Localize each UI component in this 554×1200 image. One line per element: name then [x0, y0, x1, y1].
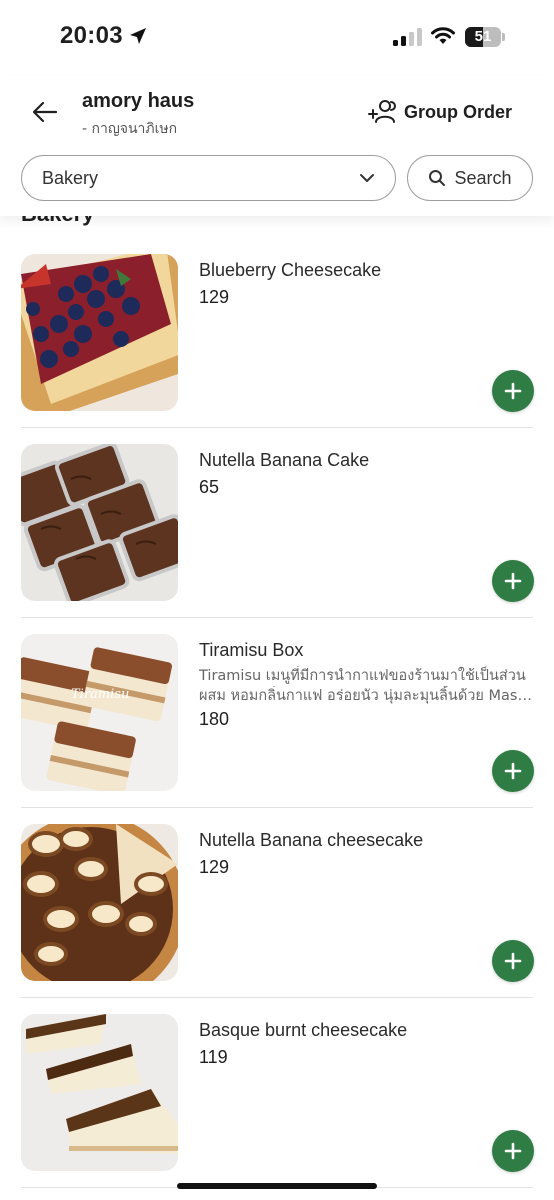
menu-item[interactable]: Blueberry Cheesecake 129 — [0, 238, 554, 428]
add-to-cart-button[interactable] — [492, 560, 534, 602]
item-price: 180 — [199, 709, 230, 729]
item-image-blueberry-cheesecake — [21, 254, 178, 411]
item-name: Nutella Banana cheesecake — [199, 830, 424, 850]
chevron-down-icon — [360, 174, 374, 182]
item-price: 129 — [199, 857, 230, 877]
search-icon — [429, 170, 446, 186]
arrow-left-icon — [32, 101, 58, 123]
signal-icon — [393, 28, 422, 46]
item-name: Blueberry Cheesecake — [199, 260, 382, 280]
menu-item[interactable]: Basque burnt cheesecake 119 — [0, 998, 554, 1188]
item-price: 129 — [199, 287, 230, 307]
add-to-cart-button[interactable] — [492, 370, 534, 412]
add-to-cart-button[interactable] — [492, 940, 534, 982]
category-dropdown[interactable]: Bakery — [21, 155, 396, 201]
item-price: 65 — [199, 477, 220, 497]
item-description-line: Tiramisu เมนูที่มีการนำกาแฟของร้านมาใช้เ… — [199, 668, 526, 684]
menu-item[interactable]: Tiramisu Tiramisu Box Tiramisu เมนูที่มี… — [0, 618, 554, 808]
status-time: 20:03 — [60, 22, 123, 49]
item-image-nutella-banana-cake — [21, 444, 178, 601]
group-order-button[interactable]: Group Order — [367, 98, 512, 126]
add-to-cart-button[interactable] — [492, 1130, 534, 1172]
item-image-nutella-banana-cheesecake — [21, 824, 178, 981]
group-add-icon — [367, 100, 396, 123]
plus-icon — [504, 952, 522, 970]
plus-icon — [504, 1142, 522, 1160]
add-to-cart-button[interactable] — [492, 750, 534, 792]
item-description: Tiramisu เมนูที่มีการนำกาแฟของร้านมาใช้เ… — [199, 666, 534, 706]
group-order-label: Group Order — [403, 101, 512, 122]
location-arrow-icon — [130, 28, 146, 44]
tiramisu-image-label: Tiramisu — [71, 687, 129, 702]
item-description-line: ผสม หอมกลิ่นกาแฟ อร่อยนัว นุ่มละมุนลิ้นด… — [199, 688, 534, 704]
item-image-basque-burnt-cheesecake — [21, 1014, 178, 1171]
store-location: - กาญจนาภิเษก — [82, 121, 178, 137]
store-name: amory haus — [82, 90, 195, 112]
plus-icon — [504, 572, 522, 590]
menu-item[interactable]: Nutella Banana Cake 65 — [0, 428, 554, 618]
battery-level: 51 — [474, 28, 492, 45]
store-header: amory haus - กาญจนาภิเษก Group Order Bak… — [0, 76, 554, 216]
menu-item[interactable]: Nutella Banana cheesecake 129 — [0, 808, 554, 998]
wifi-icon — [431, 27, 455, 44]
category-selected-value: Bakery — [42, 167, 99, 188]
item-name: Nutella Banana Cake — [199, 450, 370, 470]
plus-icon — [504, 382, 522, 400]
plus-icon — [504, 762, 522, 780]
item-image-tiramisu-box: Tiramisu — [21, 634, 178, 791]
status-bar: 20:03 51 — [0, 0, 554, 76]
home-indicator[interactable] — [177, 1183, 377, 1189]
search-button[interactable]: Search — [407, 155, 533, 201]
item-price: 119 — [199, 1047, 228, 1067]
item-name: Basque burnt cheesecake — [199, 1020, 408, 1040]
back-button[interactable] — [30, 97, 60, 127]
menu-item-list: Blueberry Cheesecake 129 Nutella Banana … — [0, 238, 554, 1188]
search-label: Search — [454, 167, 512, 188]
item-name: Tiramisu Box — [199, 640, 304, 660]
battery-icon: 51 — [465, 27, 505, 47]
